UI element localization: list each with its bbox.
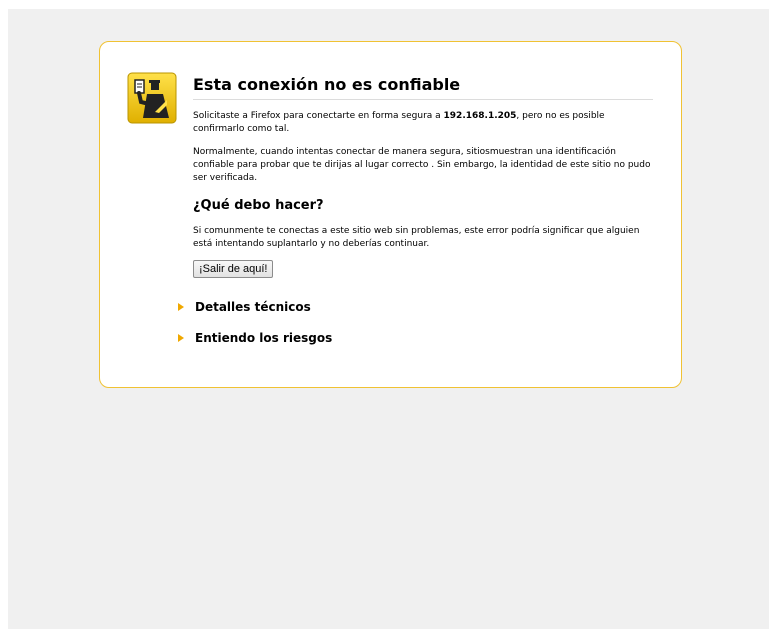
expander-label: Entiendo los riesgos [195,331,333,345]
host-name: 192.168.1.205 [443,111,517,121]
what-to-do-text: Si comunmente te conectas a este sitio w… [193,226,640,249]
understand-risks-expander[interactable]: Entiendo los riesgos [178,329,332,347]
triangle-right-icon [178,303,184,311]
officer-with-certificate-icon [127,72,177,124]
explanation-text: Normalmente, cuando intentas conectar de… [193,147,651,183]
expander-label: Detalles técnicos [195,300,311,314]
page-title: Esta conexión no es confiable [193,75,653,100]
error-page-container: Esta conexión no es confiable Solicitast… [99,41,682,388]
intro-text: Solicitaste a Firefox para conectarte en… [193,111,605,134]
what-to-do-heading: ¿Qué debo hacer? [193,198,324,213]
get-me-out-button[interactable]: ¡Salir de aquí! [193,260,274,278]
triangle-right-icon [178,334,184,342]
error-content: Esta conexión no es confiable Solicitast… [193,75,653,278]
technical-details-expander[interactable]: Detalles técnicos [178,298,311,316]
